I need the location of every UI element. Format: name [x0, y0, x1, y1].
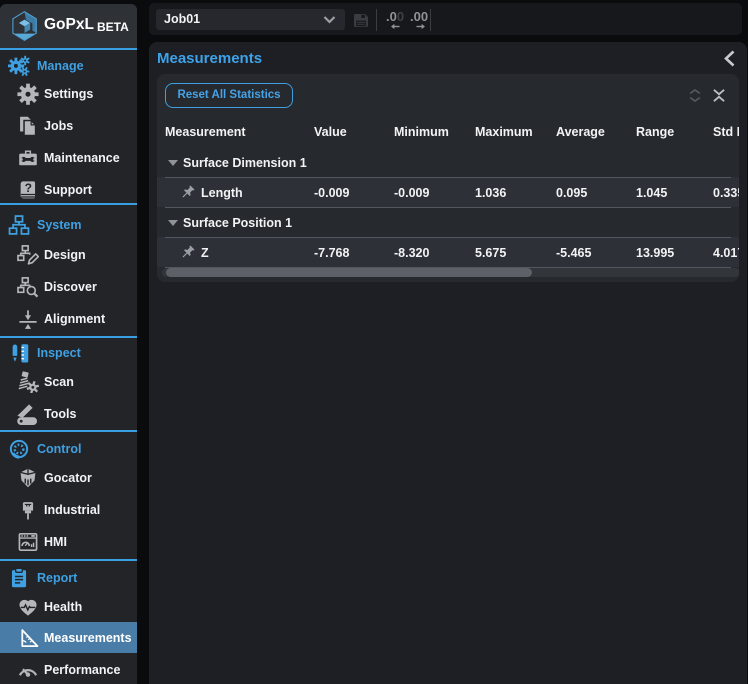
svg-text:?: ? [25, 181, 32, 195]
